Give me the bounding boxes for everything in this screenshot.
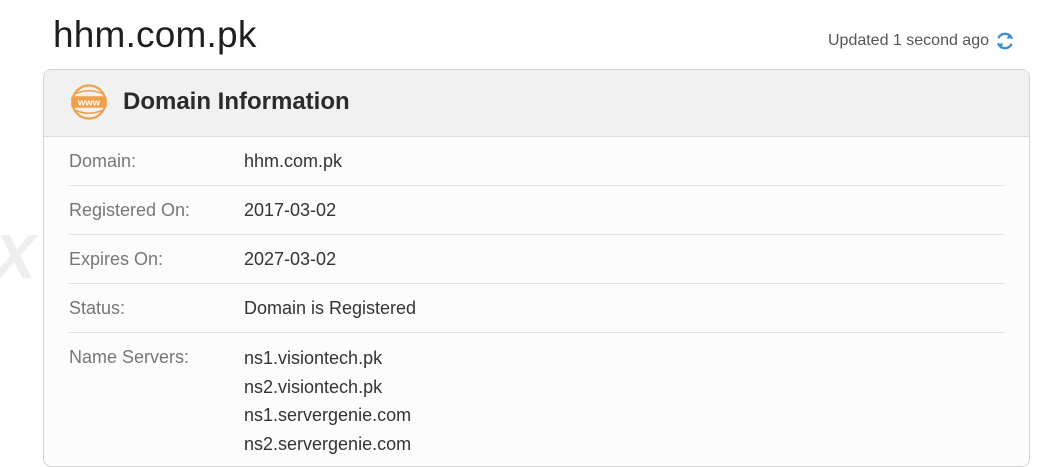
name-servers-label: Name Servers:: [69, 347, 190, 367]
updated-text: Updated 1 second ago: [827, 32, 989, 49]
page-title: hhm.com.pk: [53, 14, 257, 55]
info-row-expires: Expires On: 2027-03-02: [69, 235, 1005, 284]
info-row-status: Status: Domain is Registered: [69, 284, 1005, 333]
card-header: www Domain Information: [44, 70, 1029, 137]
name-server-item: ns2.visiontech.pk: [244, 376, 383, 397]
name-servers-list: ns1.visiontech.pk ns2.visiontech.pk ns1.…: [244, 344, 411, 458]
name-server-item: ns1.servergenie.com: [244, 405, 412, 425]
watermark-left-text: X: [0, 222, 35, 293]
domain-label: Domain:: [69, 151, 137, 171]
info-row-registered: Registered On: 2017-03-02: [69, 186, 1005, 235]
www-icon-label: www: [77, 98, 101, 109]
registered-on-value: 2017-03-02: [244, 200, 337, 220]
card-title: Domain Information: [123, 88, 350, 115]
top-header: hhm.com.pk Updated 1 second ago: [0, 0, 1044, 68]
update-status: Updated 1 second ago: [828, 30, 1016, 52]
status-value: Domain is Registered: [244, 298, 417, 318]
status-label: Status:: [69, 298, 126, 318]
expires-on-label: Expires On:: [69, 249, 164, 269]
name-server-item: ns1.visiontech.pk: [244, 348, 383, 368]
domain-value: hhm.com.pk: [244, 151, 343, 171]
registered-on-label: Registered On:: [69, 200, 191, 220]
name-server-item: ns2.servergenie.com: [244, 433, 412, 454]
domain-info-page: X WikiFX hhm.com.pk Updated 1 second ago: [0, 0, 1044, 467]
refresh-icon[interactable]: [994, 30, 1016, 52]
info-row-domain: Domain: hhm.com.pk: [69, 137, 1005, 186]
domain-info-card: www Domain Information Domain: hhm.com.p…: [43, 69, 1030, 467]
www-icon: www: [71, 84, 107, 120]
info-row-name-servers: Name Servers: ns1.visiontech.pk ns2.visi…: [69, 333, 1005, 463]
expires-on-value: 2027-03-02: [244, 249, 337, 269]
